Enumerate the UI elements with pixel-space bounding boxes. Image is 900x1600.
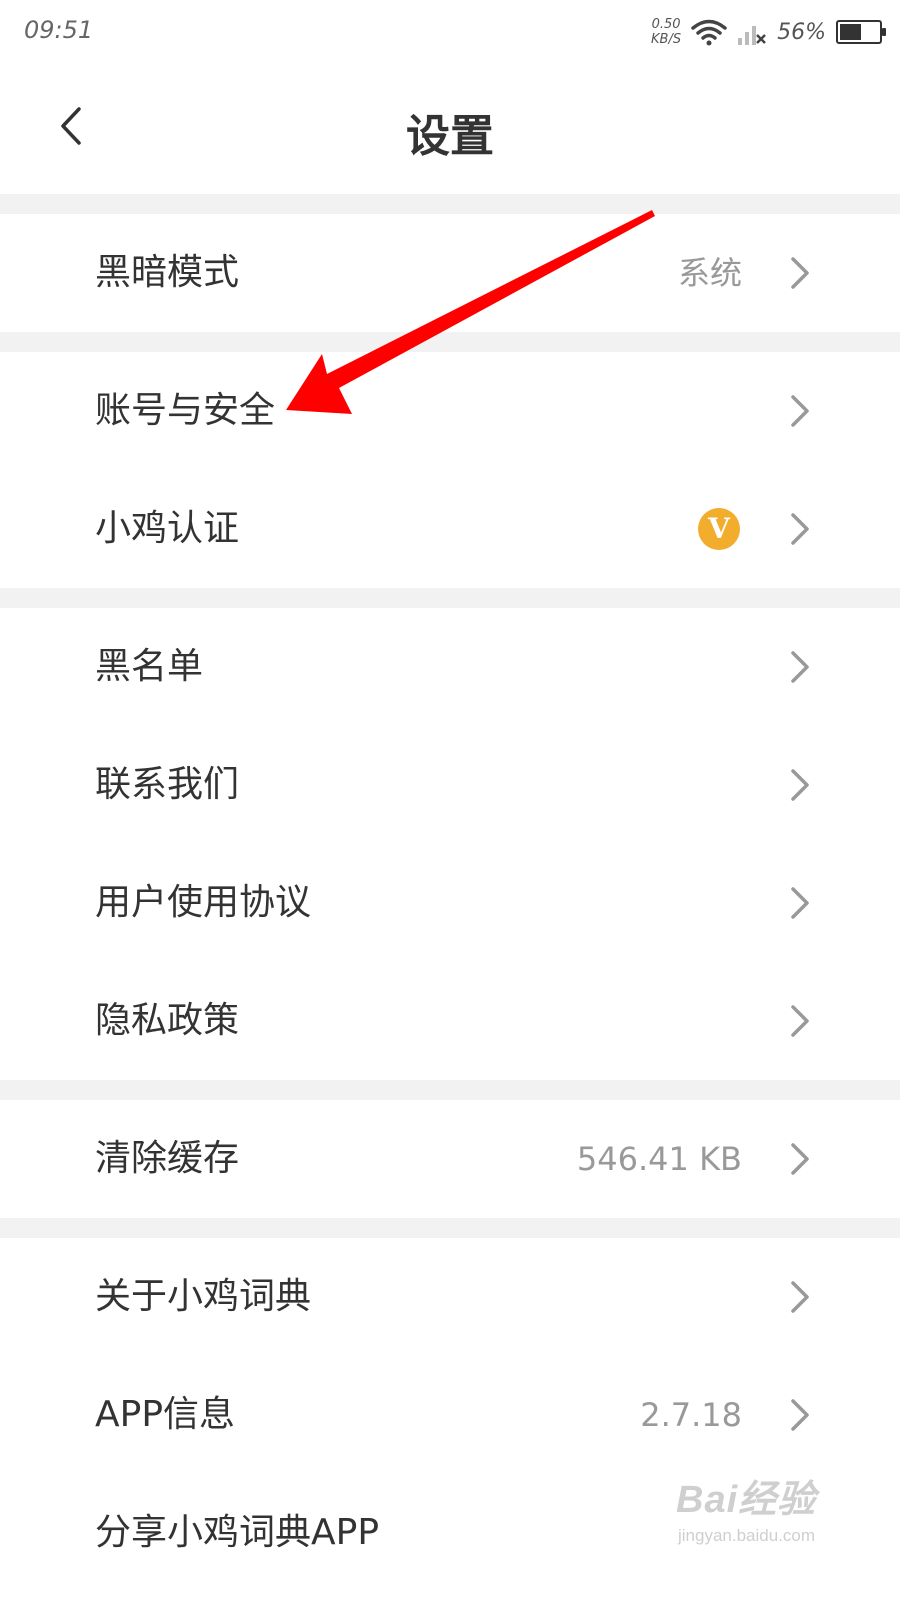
section-divider [0,1218,900,1238]
net-speed-unit: KB/S [651,32,682,47]
row-label: 黑暗模式 [95,252,240,293]
row-label: 分享小鸡词典APP [95,1512,380,1553]
section-divider [0,588,900,608]
row-label: 黑名单 [95,646,204,687]
chevron-right-icon [791,513,809,545]
row-label: 小鸡认证 [95,508,240,549]
section-divider [0,1080,900,1100]
row-label: 账号与安全 [95,390,276,431]
setting-row-privacy-policy[interactable]: 隐私政策 [0,962,900,1080]
app-version-value: 2.7.18 [640,1396,742,1434]
watermark: Bai经验 jingyan.baidu.com [676,1468,856,1564]
battery-icon [836,20,886,44]
chevron-right-icon [791,1281,809,1313]
chevron-right-icon [791,395,809,427]
row-value: 系统 [677,254,742,292]
setting-row-user-agreement[interactable]: 用户使用协议 [0,844,900,962]
row-label: 关于小鸡词典 [95,1276,312,1317]
settings-list: 黑暗模式 系统 账号与安全 小鸡认证 V 黑名单 联系我们 用户使用协议 隐私政… [0,194,900,1592]
chevron-right-icon [791,1005,809,1037]
chevron-right-icon [791,651,809,683]
cache-size-value: 546.41 KB [576,1140,742,1178]
status-bar: 09:51 0.50 KB/S 56% [0,0,900,64]
watermark-logo: Bai经验 [676,1479,817,1521]
setting-row-app-info[interactable]: APP信息 2.7.18 [0,1356,900,1474]
header: 设置 [0,64,900,194]
setting-row-blacklist[interactable]: 黑名单 [0,608,900,726]
setting-row-dark-mode[interactable]: 黑暗模式 系统 [0,214,900,332]
row-label: 联系我们 [95,764,240,805]
chevron-right-icon [791,1399,809,1431]
status-time: 09:51 [24,16,94,44]
setting-row-clear-cache[interactable]: 清除缓存 546.41 KB [0,1100,900,1218]
chevron-right-icon [791,769,809,801]
battery-percent: 56% [777,19,826,45]
section-divider [0,332,900,352]
chevron-right-icon [791,887,809,919]
setting-row-account-security[interactable]: 账号与安全 [0,352,900,470]
page-title: 设置 [406,111,494,162]
section-divider [0,194,900,214]
row-label: 用户使用协议 [95,882,312,923]
wifi-icon [691,19,727,46]
net-speed: 0.50 KB/S [651,17,681,47]
chevron-right-icon [791,257,809,289]
row-label: 清除缓存 [95,1138,240,1179]
row-label: APP信息 [95,1394,236,1435]
chevron-right-icon [791,1143,809,1175]
setting-row-verification[interactable]: 小鸡认证 V [0,470,900,588]
battery-fill [840,24,862,40]
verified-badge-icon: V [698,508,740,550]
setting-row-about[interactable]: 关于小鸡词典 [0,1238,900,1356]
status-indicators: 0.50 KB/S 56% [651,12,886,52]
watermark-url: jingyan.baidu.com [678,1526,816,1545]
signal-icon [738,26,766,45]
setting-row-contact-us[interactable]: 联系我们 [0,726,900,844]
net-speed-value: 0.50 [651,17,681,32]
row-label: 隐私政策 [95,1000,240,1041]
